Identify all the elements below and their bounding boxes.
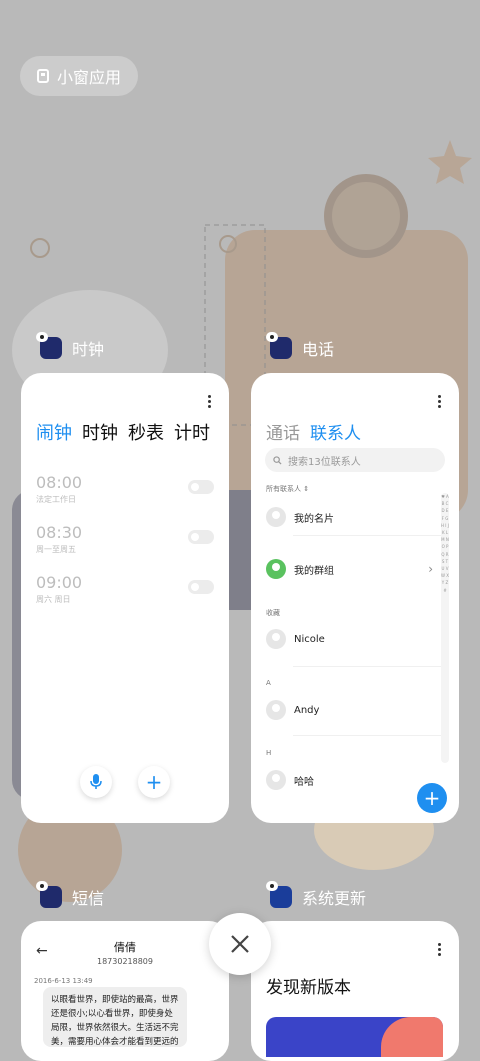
tab-stopwatch[interactable]: 秒表 bbox=[128, 419, 164, 445]
phone-app-card[interactable]: 通话 联系人 搜索13位联系人 所有联系人 ⇕ 我的名片 我的群组 › 收藏 N… bbox=[251, 373, 459, 823]
alarm-toggle[interactable] bbox=[188, 530, 214, 544]
phone-app-name: 电话 bbox=[302, 340, 335, 359]
floating-window-button[interactable]: 小窗应用 bbox=[20, 56, 138, 96]
clock-tabs: 闹钟 时钟 秒表 计时 bbox=[36, 419, 210, 445]
contact-name: Nicole bbox=[294, 633, 325, 645]
conversation-header: 倩倩 18730218809 bbox=[21, 939, 229, 966]
more-icon[interactable] bbox=[438, 943, 441, 956]
all-contacts-label: 所有联系人 bbox=[266, 485, 301, 493]
update-banner bbox=[266, 1017, 443, 1057]
search-placeholder: 搜索13位联系人 bbox=[288, 456, 361, 468]
alarm-time: 08:00 bbox=[36, 473, 83, 492]
alarm-repeat: 周一至周五 bbox=[36, 545, 76, 554]
all-contacts-filter[interactable]: 所有联系人 ⇕ bbox=[266, 484, 309, 494]
divider bbox=[293, 666, 443, 667]
message-date: 2016-6-13 13:49 bbox=[34, 977, 93, 985]
alphabet-index[interactable]: ♥ A B C D E F G H I J K L M N O P Q R S … bbox=[441, 493, 449, 763]
contact-number: 18730218809 bbox=[97, 957, 153, 966]
chevron-right-icon: › bbox=[428, 562, 433, 576]
my-card-row[interactable]: 我的名片 bbox=[266, 507, 334, 527]
update-title: 发现新版本 bbox=[266, 978, 351, 998]
alarm-item[interactable]: 08:00 法定工作日 bbox=[36, 473, 82, 505]
add-contact-button[interactable]: + bbox=[417, 783, 447, 813]
update-app-label[interactable]: 系统更新 bbox=[266, 881, 367, 909]
message-bubble[interactable]: 以眼看世界，即使站的最高，世界还是很小;以心看世界，即使身处局限，世界依然很大。… bbox=[43, 987, 187, 1047]
my-groups-row[interactable]: 我的群组 bbox=[266, 559, 334, 579]
contact-row[interactable]: Nicole bbox=[266, 629, 325, 649]
alarm-item[interactable]: 08:30 周一至周五 bbox=[36, 523, 82, 555]
tab-contacts[interactable]: 联系人 bbox=[310, 419, 361, 444]
avatar bbox=[266, 629, 286, 649]
plus-icon: + bbox=[145, 770, 163, 794]
phone-tabs: 通话 联系人 bbox=[266, 419, 361, 444]
alarm-item[interactable]: 09:00 周六 周日 bbox=[36, 573, 82, 605]
my-groups-label: 我的群组 bbox=[294, 565, 334, 577]
section-header-a: A bbox=[266, 679, 271, 687]
phone-app-label[interactable]: 电话 bbox=[266, 332, 335, 360]
contact-name: 哈哈 bbox=[294, 776, 314, 788]
alarm-repeat: 周六 周日 bbox=[36, 595, 71, 604]
alarm-repeat: 法定工作日 bbox=[36, 495, 76, 504]
messages-app-icon bbox=[36, 881, 62, 908]
avatar bbox=[266, 507, 286, 527]
search-icon bbox=[273, 455, 282, 465]
alarm-toggle[interactable] bbox=[188, 580, 214, 594]
groups-icon bbox=[266, 559, 286, 579]
divider bbox=[293, 735, 443, 736]
clock-app-label[interactable]: 时钟 bbox=[36, 332, 105, 360]
alarm-toggle[interactable] bbox=[188, 480, 214, 494]
update-app-icon bbox=[266, 881, 292, 908]
clock-app-name: 时钟 bbox=[72, 340, 105, 359]
messages-app-card[interactable]: ← 倩倩 18730218809 2016-6-13 13:49 以眼看世界，即… bbox=[21, 921, 229, 1061]
voice-alarm-button[interactable] bbox=[80, 766, 112, 798]
avatar bbox=[266, 770, 286, 790]
alarm-time: 08:30 bbox=[36, 523, 83, 542]
contact-row[interactable]: Andy bbox=[266, 700, 319, 720]
clock-app-icon bbox=[36, 332, 62, 359]
tab-calls[interactable]: 通话 bbox=[266, 419, 300, 444]
more-icon[interactable] bbox=[208, 395, 211, 408]
floating-window-label: 小窗应用 bbox=[56, 68, 121, 87]
clock-app-card[interactable]: 闹钟 时钟 秒表 计时 08:00 法定工作日 08:30 周一至周五 09:0… bbox=[21, 373, 229, 823]
add-alarm-button[interactable]: + bbox=[138, 766, 170, 798]
divider bbox=[293, 535, 443, 536]
tab-clock[interactable]: 时钟 bbox=[82, 419, 118, 445]
avatar bbox=[266, 700, 286, 720]
contact-row[interactable]: 哈哈 bbox=[266, 770, 314, 790]
close-icon bbox=[231, 935, 249, 953]
messages-app-label[interactable]: 短信 bbox=[36, 881, 105, 909]
section-header-h: H bbox=[266, 749, 272, 757]
clear-all-button[interactable] bbox=[209, 913, 271, 975]
messages-app-name: 短信 bbox=[72, 889, 105, 908]
contact-name: Andy bbox=[294, 704, 320, 716]
phone-app-icon bbox=[266, 332, 292, 359]
floating-window-icon bbox=[36, 69, 49, 83]
favorites-header: 收藏 bbox=[266, 609, 280, 617]
update-app-card[interactable]: 发现新版本 bbox=[251, 921, 459, 1061]
microphone-icon bbox=[90, 774, 102, 789]
tab-timer[interactable]: 计时 bbox=[174, 419, 210, 445]
contact-name: 倩倩 bbox=[114, 941, 136, 954]
more-icon[interactable] bbox=[438, 395, 441, 408]
tab-alarm[interactable]: 闹钟 bbox=[36, 419, 72, 445]
alarm-time: 09:00 bbox=[36, 573, 83, 592]
contact-search-input[interactable]: 搜索13位联系人 bbox=[265, 448, 445, 472]
my-card-label: 我的名片 bbox=[294, 513, 334, 525]
plus-icon: + bbox=[423, 786, 441, 810]
update-app-name: 系统更新 bbox=[302, 889, 367, 908]
